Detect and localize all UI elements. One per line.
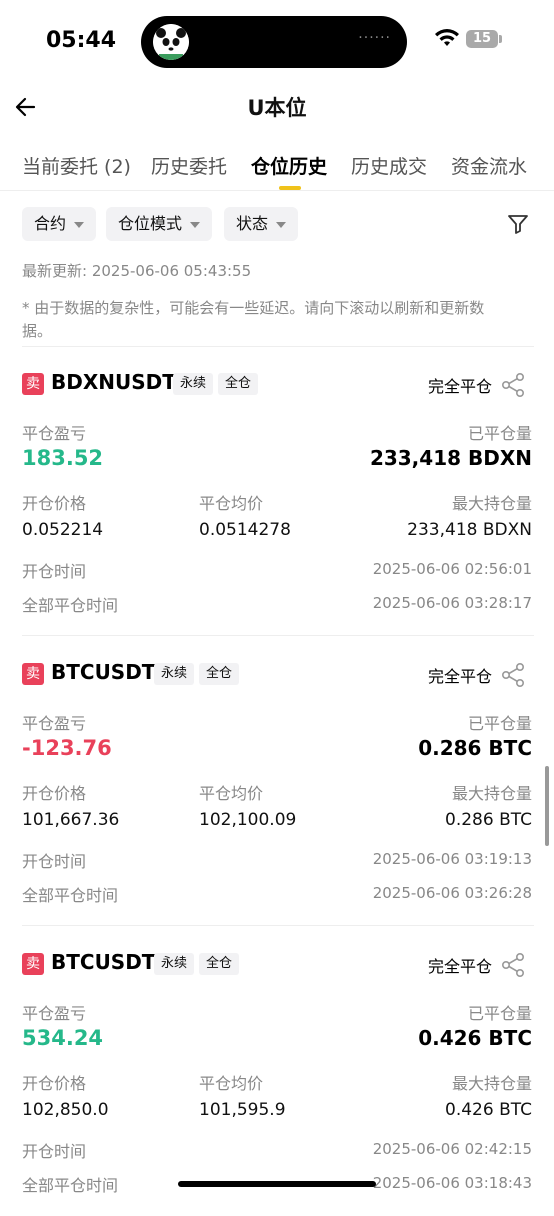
open-time-value: 2025-06-06 03:19:13	[372, 850, 532, 868]
closed-qty-value: 233,418 BDXN	[369, 446, 532, 470]
delay-note: * 由于数据的复杂性，可能会有一些延迟。请向下滚动以刷新和更新数据。	[22, 299, 485, 340]
avg-close-price-value: 0.0514278	[199, 520, 291, 540]
open-time-label: 开仓时间	[22, 852, 87, 871]
filter-contract[interactable]: 合约	[22, 207, 97, 241]
page-title: U本位	[247, 96, 307, 120]
status-time: 05:44	[46, 28, 117, 53]
divider	[0, 190, 554, 191]
tab-trade-history[interactable]: 历史成交	[351, 152, 427, 179]
max-holding-label: 最大持仓量	[451, 784, 532, 803]
position-symbol: BTCUSDT	[51, 660, 156, 684]
wifi-icon	[435, 29, 459, 46]
full-close-time-value: 2025-06-06 03:28:17	[372, 594, 532, 612]
avg-close-price-value: 101,595.9	[199, 1100, 286, 1120]
header: U本位	[0, 80, 554, 134]
pnl-value: 183.52	[22, 446, 104, 470]
filter-contract-label: 合约	[34, 214, 67, 233]
contract-type-tag: 永续	[173, 373, 214, 395]
open-price-label: 开仓价格	[22, 494, 87, 513]
position-symbol: BTCUSDT	[51, 950, 156, 974]
island-dots: ······	[358, 30, 391, 46]
filter-status[interactable]: 状态	[224, 207, 299, 241]
tab-current-orders[interactable]: 当前委托 (2)	[22, 152, 131, 179]
tab-bar: 当前委托 (2) 历史委托 仓位历史 历史成交 资金流水	[0, 140, 554, 190]
home-indicator[interactable]	[178, 1181, 376, 1187]
open-time-label: 开仓时间	[22, 1142, 87, 1161]
open-price-label: 开仓价格	[22, 1074, 87, 1093]
share-icon[interactable]	[500, 372, 526, 398]
sell-badge: 卖	[22, 953, 44, 975]
open-time-value: 2025-06-06 02:56:01	[372, 560, 532, 578]
share-icon[interactable]	[500, 662, 526, 688]
position-status: 完全平仓	[427, 957, 492, 976]
open-price-value: 101,667.36	[22, 810, 120, 830]
pnl-label: 平仓盈亏	[22, 424, 87, 443]
position-card[interactable]: 卖 BDXNUSDT 永续 全仓 完全平仓 平仓盈亏 已平仓量 183.52 2…	[0, 346, 554, 636]
closed-qty-value: 0.426 BTC	[418, 1026, 532, 1050]
full-close-time-value: 2025-06-06 03:26:28	[372, 884, 532, 902]
filter-status-label: 状态	[236, 214, 269, 233]
sell-badge: 卖	[22, 373, 44, 395]
caret-down-icon	[74, 221, 85, 228]
open-price-value: 0.052214	[22, 520, 104, 540]
max-holding-value: 0.286 BTC	[445, 810, 532, 830]
margin-mode-tag: 全仓	[199, 953, 240, 975]
position-symbol: BDXNUSDT	[51, 370, 176, 394]
avg-close-price-label: 平仓均价	[199, 784, 264, 803]
max-holding-label: 最大持仓量	[451, 494, 532, 513]
closed-qty-value: 0.286 BTC	[418, 736, 532, 760]
avg-close-price-label: 平仓均价	[199, 494, 264, 513]
max-holding-label: 最大持仓量	[451, 1074, 532, 1093]
pnl-label: 平仓盈亏	[22, 714, 87, 733]
caret-down-icon	[190, 221, 201, 228]
full-close-time-label: 全部平仓时间	[22, 886, 119, 905]
closed-qty-label: 已平仓量	[467, 1004, 532, 1023]
pnl-label: 平仓盈亏	[22, 1004, 87, 1023]
open-time-label: 开仓时间	[22, 562, 87, 581]
open-price-label: 开仓价格	[22, 784, 87, 803]
position-status: 完全平仓	[427, 667, 492, 686]
battery-tip	[499, 35, 502, 43]
avg-close-price-value: 102,100.09	[199, 810, 297, 830]
pnl-value: 534.24	[22, 1026, 104, 1050]
pnl-value: -123.76	[22, 736, 112, 760]
scrollbar[interactable]	[545, 766, 549, 846]
position-status: 完全平仓	[427, 377, 492, 396]
dynamic-island: ······	[141, 16, 407, 68]
margin-mode-tag: 全仓	[218, 373, 259, 395]
caret-down-icon	[276, 221, 287, 228]
tab-funding-flow[interactable]: 资金流水	[451, 152, 527, 179]
panda-avatar-icon	[153, 24, 189, 60]
funnel-icon[interactable]	[506, 212, 530, 236]
filter-position-mode-label: 仓位模式	[118, 214, 183, 233]
open-price-value: 102,850.0	[22, 1100, 109, 1120]
filter-position-mode[interactable]: 仓位模式	[106, 207, 213, 241]
full-close-time-label: 全部平仓时间	[22, 596, 119, 615]
max-holding-value: 233,418 BDXN	[407, 520, 532, 540]
position-card[interactable]: 卖 BTCUSDT 永续 全仓 完全平仓 平仓盈亏 已平仓量 534.24 0.…	[0, 926, 554, 1216]
max-holding-value: 0.426 BTC	[445, 1100, 532, 1120]
sell-badge: 卖	[22, 663, 44, 685]
margin-mode-tag: 全仓	[199, 663, 240, 685]
last-updated: 最新更新: 2025-06-06 05:43:55	[22, 262, 252, 280]
contract-type-tag: 永续	[154, 663, 195, 685]
full-close-time-label: 全部平仓时间	[22, 1176, 119, 1195]
closed-qty-label: 已平仓量	[467, 424, 532, 443]
closed-qty-label: 已平仓量	[467, 714, 532, 733]
open-time-value: 2025-06-06 02:42:15	[372, 1140, 532, 1158]
full-close-time-value: 2025-06-06 03:18:43	[372, 1174, 532, 1192]
position-card[interactable]: 卖 BTCUSDT 永续 全仓 完全平仓 平仓盈亏 已平仓量 -123.76 0…	[0, 636, 554, 926]
share-icon[interactable]	[500, 952, 526, 978]
tab-position-history[interactable]: 仓位历史	[251, 152, 327, 179]
avg-close-price-label: 平仓均价	[199, 1074, 264, 1093]
status-bar: 05:44 ······ 15	[0, 0, 554, 80]
contract-type-tag: 永续	[154, 953, 195, 975]
tab-order-history[interactable]: 历史委托	[151, 152, 227, 179]
battery-level: 15	[466, 30, 498, 48]
